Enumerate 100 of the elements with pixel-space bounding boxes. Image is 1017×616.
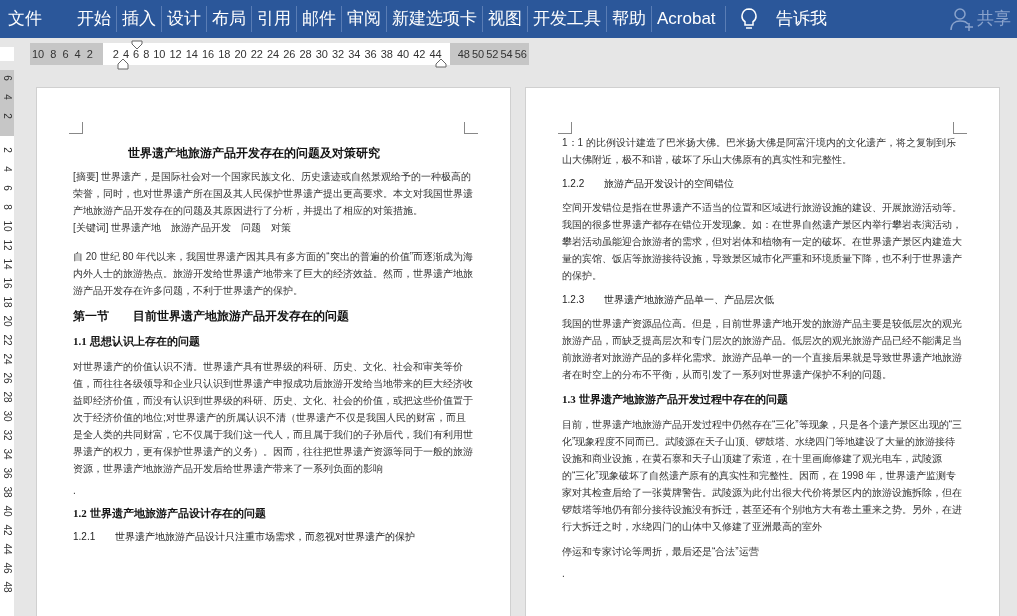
- ribbon-tab[interactable]: 布局: [207, 6, 251, 32]
- ribbon-tab[interactable]: 帮助: [607, 6, 651, 32]
- ruler-number: 54: [500, 46, 513, 62]
- indent-marker-icon[interactable]: [131, 40, 143, 50]
- body-paragraph: [关键词] 世界遗产地 旅游产品开发 问题 对策: [73, 221, 293, 235]
- tell-me-button[interactable]: 告诉我: [775, 6, 827, 32]
- ruler-number: 12: [1, 239, 13, 251]
- ribbon-tab[interactable]: 邮件: [297, 6, 341, 32]
- ruler-number: 4: [122, 46, 129, 62]
- body-paragraph: 我国的世界遗产资源品位高。但是，目前世界遗产地开发的旅游产品主要是较低层次的观光旅游产品，而缺乏提高层次和专门层次的旅游产品。低层次的观光旅游产品已经不能满足当前旅游者对旅游产品的多样化需求。旅游产品单一的一个直接后果就是导致世界遗产地旅游者在时空上的分布不平衡，从而引发了一系列对世界遗产保护不利的问题。: [562, 317, 963, 382]
- crop-mark: [953, 122, 967, 134]
- body-paragraph: [摘要] 世界遗产，是国际社会对一个国家民族文化、历史遗迹或自然景观给予的一种极高的荣誉，同时，也对世界遗产所在国及其人民保护世界遗产提出更高要求。本文对我国世界遗产地旅游产品开发存在的问题及其原因进行了分析，并提出了相应的对策措施。: [73, 170, 474, 218]
- ruler-number: 28: [1, 391, 13, 403]
- ruler-number: 40: [397, 46, 410, 62]
- ruler-number: 38: [1, 486, 13, 498]
- ruler-number: 10: [32, 46, 45, 62]
- section-heading: 第一节 目前世界遗产地旅游产品开发存在的问题: [73, 308, 350, 325]
- ribbon-tab[interactable]: 文件: [0, 6, 72, 32]
- subsection-heading: 1.3 世界遗产地旅游产品开发过程中存在的问题: [562, 392, 789, 407]
- ribbon-tab[interactable]: 视图: [483, 6, 527, 32]
- ruler-number: 30: [315, 46, 328, 62]
- ruler-number: 48: [457, 46, 470, 62]
- subheading: 1.2.3 世界遗产地旅游产品单一、产品层次低: [562, 293, 776, 307]
- ribbon-tab[interactable]: 插入: [117, 6, 161, 32]
- ruler-number: 8: [1, 204, 13, 210]
- ruler-number: 22: [250, 46, 263, 62]
- ribbon-tab[interactable]: 引用: [252, 6, 296, 32]
- ruler-number: 2: [1, 147, 13, 153]
- ruler-number: 46: [1, 562, 13, 574]
- ruler-number: 4: [74, 46, 81, 62]
- ruler-number: 14: [1, 258, 13, 270]
- ribbon-tab[interactable]: 设计: [162, 6, 206, 32]
- crop-mark: [558, 122, 572, 134]
- ribbon-tab[interactable]: 新建选项卡: [387, 6, 482, 32]
- ruler-number: 32: [1, 429, 13, 441]
- ruler-number: 34: [1, 448, 13, 460]
- ruler-number: 20: [234, 46, 247, 62]
- ribbon-tab[interactable]: 审阅: [342, 6, 386, 32]
- ruler-number: 34: [348, 46, 361, 62]
- body-paragraph: 目前，世界遗产地旅游产品开发过程中仍然存在“三化”等现象，只是各个遗产景区出现的“三化”现象程度不同而已。武陵源在天子山顶、锣鼓塔、水绕四门等地建设了大量的旅游接待设施和商业设施，在黄石寨和天子山顶建了索道，在十里画廊修建了观光电车，武陵源的“三化”现象破坏了自然遗产原有的真实性和完整性。因而，在 1998 年，世界遗产监测专家对其检查后给了一张黄牌警告。武陵源为此付出很大代价将景区内的旅游设施拆除，但在锣鼓塔等地仍有部分接待设施没有拆迁，甚至还有个别地方大有卷土重来之势。另外，在进行大拆迁之时，水绕四门的山体中又修建了亚洲最高的室外: [562, 417, 963, 534]
- ruler-number: 38: [380, 46, 393, 62]
- ruler-number: 16: [202, 46, 215, 62]
- ruler-number: 16: [1, 277, 13, 289]
- ruler-number: 40: [1, 505, 13, 517]
- indent-marker-icon[interactable]: [117, 58, 129, 70]
- ruler-number: 44: [429, 46, 442, 62]
- ruler-number: 4: [1, 166, 13, 172]
- ruler-number: 2: [112, 46, 119, 62]
- body-paragraph: 对世界遗产的价值认识不清。世界遗产具有世界级的科研、历史、文化、社会和审美等价值，而往往各级领导和企业只认识到世界遗产申报成功后旅游开发给当地带来的巨大经济收益即经济价值，而没有认识到世界级的科研、历史、文化、社会的价值，或把这些价值置于次于经济价值的地位;对世界遗产的所属认识不清（世界遗产不仅是我国人民的财富，而且是全人类的共同财富，它不仅属于我们这一代人，而且属于我们的子孙后代，我们有利用世界遗产的权力，更有保护世界遗产的义务）。因而，往往把世界遗产资源等同于一般的旅游资源，世界遗产地旅游产品开发后给世界遗产带来了一系列负面的影响: [73, 359, 474, 476]
- subsection-heading: 1.1 思想认识上存在的问题: [73, 334, 201, 349]
- ruler-number: 32: [332, 46, 345, 62]
- ruler-number: 42: [1, 524, 13, 536]
- ruler-number: 50: [472, 46, 485, 62]
- ruler-number: 6: [133, 46, 140, 62]
- ruler-number: 6: [62, 46, 69, 62]
- ruler-number: 26: [283, 46, 296, 62]
- ruler-number: 52: [486, 46, 499, 62]
- ruler-number: 8: [50, 46, 57, 62]
- ribbon-tab[interactable]: 开始: [72, 6, 116, 32]
- ruler-number: 4: [1, 94, 13, 100]
- subheading: 1.2.2 旅游产品开发设计的空间错位: [562, 177, 736, 191]
- document-title: 世界遗产地旅游产品开发存在的问题及对策研究: [126, 145, 381, 162]
- ruler-number: 10: [153, 46, 166, 62]
- body-paragraph: 1：1 的比例设计建造了巴米扬大佛。巴米扬大佛是阿富汗境内的文化遗产，将之复制到乐山大佛附近，极不和谐，破坏了乐山大佛原有的真实性和完整性。: [562, 136, 957, 167]
- body-paragraph: 空间开发错位是指在世界遗产不适当的位置和区域进行旅游设施的建设、开展旅游活动等。我国的很多世界遗产都存在错位开发现象。如：在世界自然遗产景区内举行攀岩表演活动，攀岩活动虽能迎合旅游者的需求，但对岩体和植物有一定的破坏。在世界遗产景区内建造大量的宾馆、饭店等旅游接待设施，导致景区城市化严重和环境质量下降，也不利于世界遗产的保护。: [562, 201, 963, 283]
- ribbon-tab[interactable]: Acrobat: [652, 6, 721, 32]
- ribbon-tab[interactable]: 开发工具: [528, 6, 606, 32]
- ruler-number: 36: [1, 467, 13, 479]
- subsection-heading: 1.2 世界遗产地旅游产品设计存在的问题: [73, 505, 267, 521]
- crop-mark: [69, 122, 83, 134]
- ruler-number: 2: [86, 46, 93, 62]
- ruler-number: 44: [1, 543, 13, 555]
- ruler-number: 18: [218, 46, 231, 62]
- ruler-number: 22: [1, 334, 13, 346]
- paragraph-mark: .: [73, 484, 76, 497]
- ruler-number: 48: [1, 581, 13, 593]
- ruler-number: 56: [514, 46, 527, 62]
- ruler-number: 36: [364, 46, 377, 62]
- ruler-number: 24: [267, 46, 280, 62]
- ruler-number: 18: [1, 296, 13, 308]
- ruler-number: 26: [1, 372, 13, 384]
- body-paragraph: 停运和专家讨论等周折，最后还是“合法”运营: [562, 544, 760, 559]
- ruler-number: 14: [185, 46, 198, 62]
- ruler-number: 10: [1, 220, 13, 232]
- ruler-number: 24: [1, 353, 13, 365]
- ruler-number: 30: [1, 410, 13, 422]
- crop-mark: [464, 122, 478, 134]
- add-person-icon[interactable]: [949, 6, 975, 32]
- ruler-number: 12: [169, 46, 182, 62]
- ruler-number: 2: [1, 113, 13, 119]
- lightbulb-icon[interactable]: [739, 8, 758, 30]
- indent-marker-icon[interactable]: [435, 58, 447, 68]
- body-paragraph: 自 20 世纪 80 年代以来，我国世界遗产因其具有多方面的“突出的普遍的价值”而逐渐成为海内外人士的旅游热点。旅游开发给世界遗产地带来了巨大的经济效益。然而，世界遗产地旅游产品开发存在许多问题，不利于世界遗产的保护。: [73, 250, 474, 298]
- subheading: 1.2.1 世界遗产地旅游产品设计只注重市场需求，而忽视对世界遗产的保护: [73, 530, 417, 544]
- ruler-number: 28: [299, 46, 312, 62]
- ruler-number: 42: [413, 46, 426, 62]
- ruler-number: 6: [1, 75, 13, 81]
- ruler-number: 6: [1, 185, 13, 191]
- ruler-number: 8: [143, 46, 150, 62]
- paragraph-mark: .: [562, 567, 565, 580]
